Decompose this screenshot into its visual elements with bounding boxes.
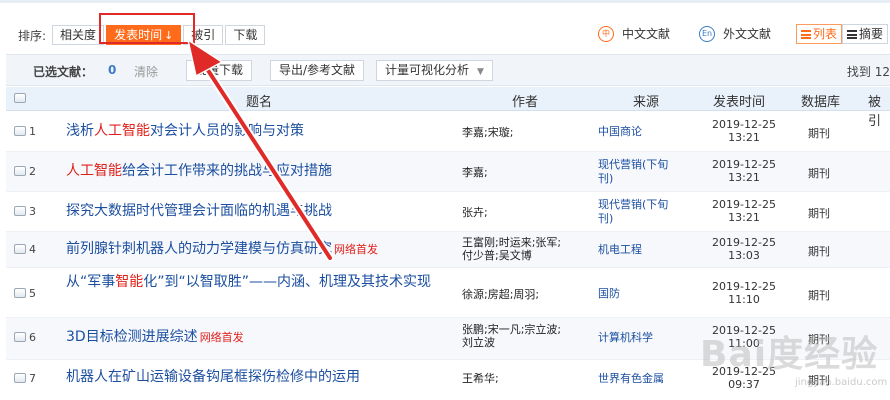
watermark-url: jingyan.baidu.com [795,377,888,388]
baidu-jingyan-watermark: Bai度经验 [700,334,879,375]
